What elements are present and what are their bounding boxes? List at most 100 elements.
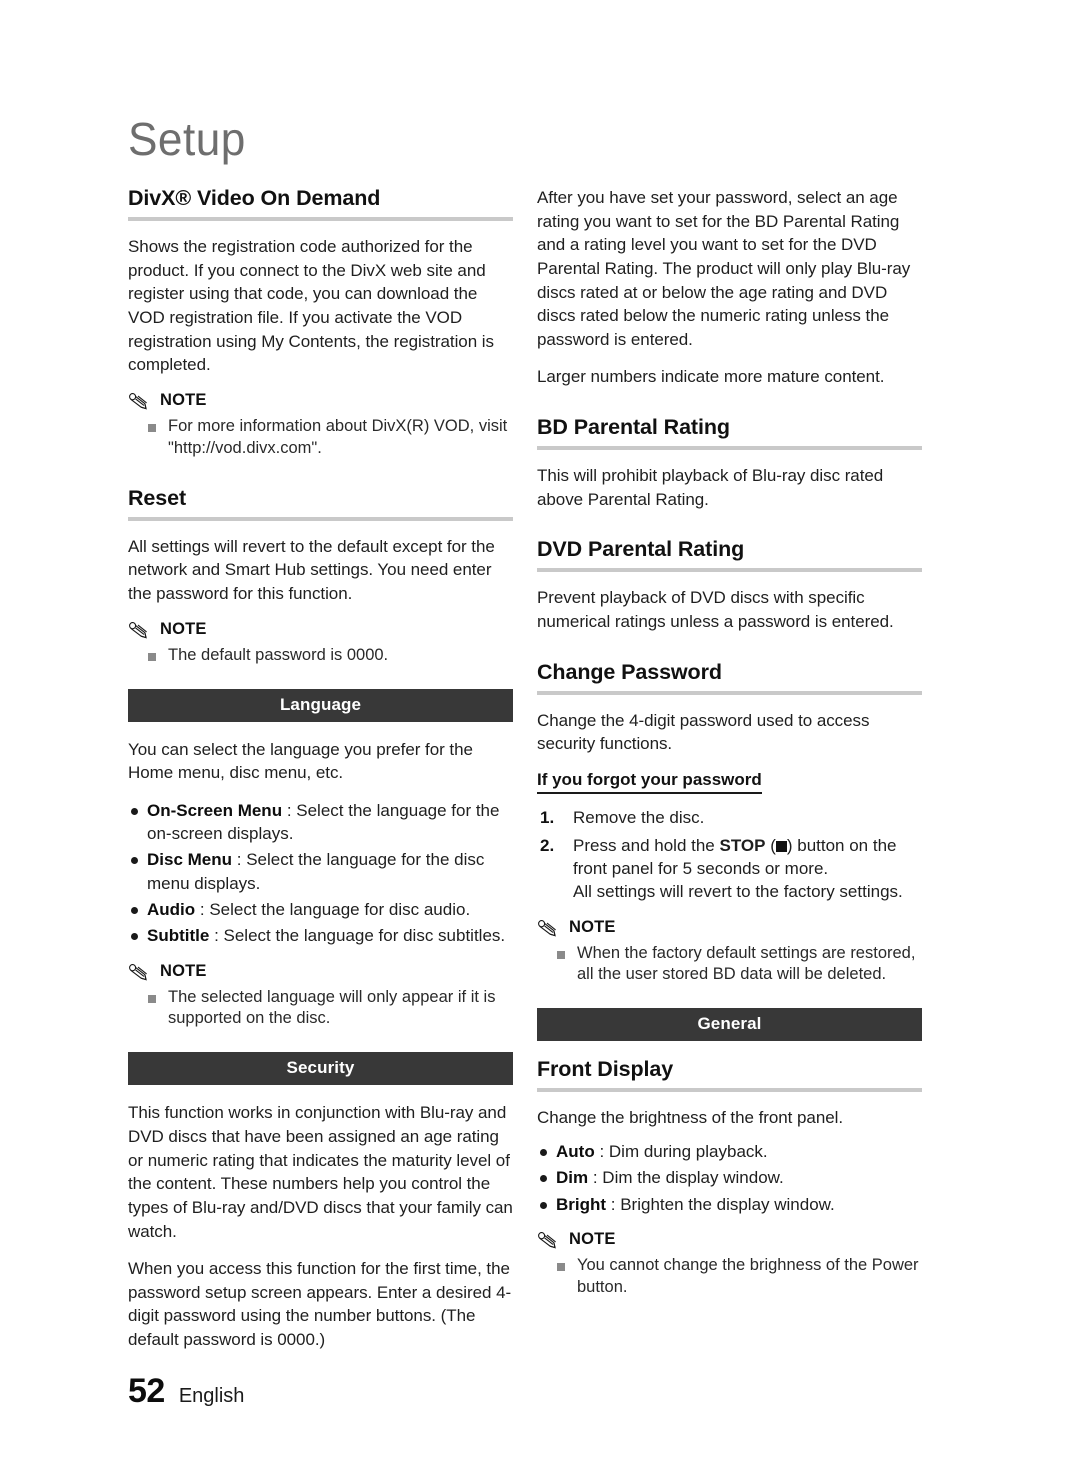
section-reset: Reset All settings will revert to the de… (128, 486, 513, 667)
option-term: Bright (556, 1194, 607, 1214)
heading-rule (537, 446, 922, 451)
pencil-icon (538, 1231, 556, 1249)
list-item: Disc Menu : Select the language for the … (128, 848, 513, 895)
heading-rule (537, 1088, 922, 1093)
list-item: Auto : Dim during playback. (537, 1140, 922, 1163)
intro-paragraph-2: Larger numbers indicate more mature cont… (537, 367, 885, 387)
note-label: NOTE (160, 620, 207, 639)
heading-rule (128, 516, 513, 521)
option-term: Auto (556, 1142, 595, 1162)
note-header: NOTE (128, 620, 513, 640)
list-item: Bright : Brighten the display window. (537, 1193, 922, 1216)
front-display-body-text: Change the brightness of the front panel… (537, 1108, 844, 1128)
bd-parental-body-text: This will prohibit playback of Blu-ray d… (537, 466, 884, 509)
intro-paragraph-1: After you have set your password, select… (537, 188, 911, 349)
section-bd-parental-rating: BD Parental Rating This will prohibit pl… (537, 415, 922, 511)
option-sep: : (282, 800, 297, 820)
stop-label: STOP (719, 835, 766, 855)
option-sep: : (209, 926, 224, 946)
option-term: Disc Menu (147, 850, 233, 870)
section-bar-general: General (537, 1008, 922, 1042)
change-password-body-text: Change the 4-digit password used to acce… (537, 710, 870, 754)
option-term: Dim (556, 1168, 589, 1188)
section-divx-vod: DivX® Video On Demand Shows the registra… (128, 186, 513, 460)
step-number: 2. (540, 835, 555, 855)
language-options-list: On-Screen Menu : Select the language for… (128, 799, 513, 948)
option-sep: : (195, 899, 210, 919)
note-item: The selected language will only appear i… (146, 987, 513, 1031)
pencil-icon (538, 919, 556, 936)
heading-rule (128, 217, 513, 222)
heading-reset: Reset (128, 485, 187, 510)
option-desc: Brighten the display window. (620, 1194, 835, 1214)
note-header: NOTE (128, 391, 513, 411)
heading-change-password: Change Password (537, 659, 722, 684)
heading-front-display: Front Display (537, 1057, 674, 1082)
list-item: Audio : Select the language for disc aud… (128, 898, 513, 921)
page-number: 52 (128, 1372, 165, 1410)
option-term: Audio (147, 899, 196, 919)
note-label: NOTE (569, 918, 616, 936)
option-desc: Dim during playback. (608, 1142, 768, 1162)
note-label: NOTE (569, 1230, 616, 1249)
section-change-password: Change Password Change the 4-digit passw… (537, 660, 922, 987)
step-number: 1. (540, 808, 555, 828)
heading-bd-parental-rating: BD Parental Rating (537, 415, 730, 439)
option-sep: : (594, 1142, 609, 1162)
list-item: 1. Remove the disc. (537, 806, 922, 829)
page-footer: 52 English (128, 1372, 244, 1411)
note-item: The default password is 0000. (146, 645, 513, 667)
front-display-options-list: Auto : Dim during playback. Dim : Dim th… (537, 1140, 922, 1216)
list-item: Subtitle : Select the language for disc … (128, 924, 513, 947)
forgot-password-steps: 1. Remove the disc. 2. Press and hold the … (537, 806, 922, 903)
list-item: 2. Press and hold the STOP () button on t… (537, 834, 922, 904)
note-item: You cannot change the brighness of the P… (555, 1255, 922, 1299)
note-header: NOTE (537, 1230, 922, 1250)
section-dvd-parental-rating: DVD Parental Rating Prevent playback of … (537, 537, 922, 633)
heading-rule (537, 690, 922, 695)
note-label: NOTE (160, 962, 207, 981)
option-desc: Select the language for disc audio. (209, 899, 471, 919)
heading-rule (537, 568, 922, 573)
note-item: For more information about DivX(R) VOD, … (146, 416, 513, 460)
note-list: When the factory default settings are re… (537, 943, 922, 987)
security-paragraph-2: When you access this function for the fi… (128, 1259, 512, 1350)
option-sep: : (588, 1168, 603, 1188)
divx-body-text: Shows the registration code authorized f… (128, 237, 494, 375)
note-list: For more information about DivX(R) VOD, … (128, 416, 513, 460)
list-item: On-Screen Menu : Select the language for… (128, 799, 513, 846)
right-column: After you have set your password, select… (537, 186, 922, 1311)
step-text-extra: All settings will revert to the factory … (573, 882, 903, 902)
option-sep: : (606, 1194, 621, 1214)
section-bar-language: Language (128, 688, 513, 722)
note-label: NOTE (160, 391, 207, 410)
page-language: English (178, 1385, 245, 1407)
pencil-icon (129, 963, 147, 980)
heading-divx-vod: DivX® Video On Demand (128, 186, 381, 210)
language-intro-text: You can select the language you prefer f… (128, 739, 473, 783)
subheading-forgot-password: If you forgot your password (537, 770, 762, 795)
left-column: DivX® Video On Demand Shows the registra… (128, 186, 513, 1352)
step-text-before: Press and hold the (573, 835, 720, 855)
option-term: Subtitle (147, 926, 210, 946)
pencil-icon (129, 392, 147, 410)
option-desc: Dim the display window. (602, 1168, 784, 1188)
manual-page: Setup DivX® Video On Demand Shows the re… (0, 0, 1080, 1479)
dvd-parental-body-text: Prevent playback of DVD discs with speci… (537, 588, 894, 632)
section-front-display: Front Display Change the brightness of t… (537, 1057, 922, 1298)
pencil-icon (129, 621, 147, 639)
security-paragraph-1: This function works in conjunction with … (128, 1103, 513, 1241)
option-term: On-Screen Menu (147, 800, 283, 820)
reset-body-text: All settings will revert to the default … (128, 536, 495, 604)
list-item: Dim : Dim the display window. (537, 1166, 922, 1189)
note-list: The selected language will only appear i… (128, 987, 513, 1031)
option-desc: Select the language for disc subtitles. (223, 926, 506, 946)
note-list: The default password is 0000. (128, 645, 513, 667)
section-bar-security: Security (128, 1052, 513, 1086)
note-list: You cannot change the brighness of the P… (537, 1255, 922, 1299)
step-text-mid: ( (765, 835, 776, 855)
note-header: NOTE (537, 918, 922, 938)
option-sep: : (232, 850, 247, 870)
note-header: NOTE (128, 962, 513, 982)
stop-square-icon (775, 840, 787, 852)
